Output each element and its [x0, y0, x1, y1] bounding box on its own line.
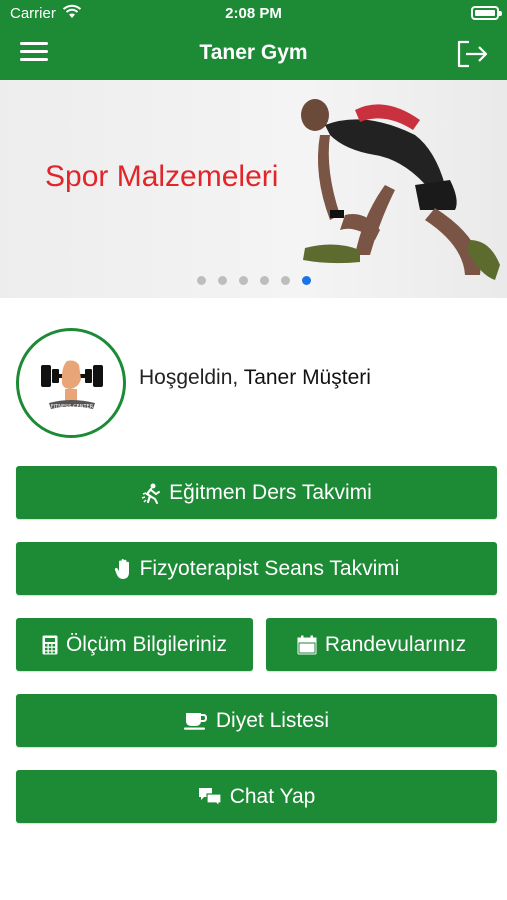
chat-bubbles-icon — [198, 787, 222, 807]
status-bar: Carrier 2:08 PM — [0, 0, 507, 28]
diet-list-button[interactable]: Diyet Listesi — [16, 694, 497, 747]
calendar-icon — [297, 635, 317, 655]
measurements-label: Ölçüm Bilgileriniz — [65, 632, 228, 656]
trainer-schedule-button[interactable]: Eğitmen Ders Takvimi — [16, 466, 497, 519]
avatar: FITNESS CENTER — [16, 328, 126, 438]
athlete-image — [301, 99, 500, 280]
carousel-dot[interactable] — [280, 276, 290, 285]
appointments-label: Randevularınız — [324, 632, 467, 656]
measurements-button[interactable]: Ölçüm Bilgileriniz — [16, 618, 253, 671]
promo-banner-carousel[interactable]: Spor Malzemeleri — [0, 80, 507, 298]
battery-icon — [471, 6, 502, 20]
carousel-dot[interactable] — [196, 276, 206, 285]
chat-button[interactable]: Chat Yap — [16, 770, 497, 823]
svg-text:FITNESS CENTER: FITNESS CENTER — [51, 404, 94, 410]
coffee-cup-icon — [183, 712, 208, 730]
carousel-dot-active[interactable] — [301, 276, 311, 285]
banner-text: Spor Malzemeleri — [45, 160, 279, 193]
carousel-dot[interactable] — [217, 276, 227, 285]
carousel-dot[interactable] — [238, 276, 248, 285]
physio-schedule-label: Fizyoterapist Seans Takvimi — [139, 556, 400, 580]
greeting-label: Hoşgeldin, — [139, 366, 239, 389]
diet-list-label: Diyet Listesi — [215, 708, 330, 732]
profile-section: FITNESS CENTER Hoşgeldin, Taner Müşteri — [16, 328, 496, 438]
trainer-icon — [141, 482, 161, 504]
physio-schedule-button[interactable]: Fizyoterapist Seans Takvimi — [16, 542, 497, 595]
appointments-button[interactable]: Randevularınız — [266, 618, 497, 671]
page-title: Taner Gym — [199, 41, 308, 64]
welcome-text: Hoşgeldin, Taner Müşteri — [139, 366, 371, 390]
logout-icon — [457, 40, 488, 68]
nav-bar: Taner Gym — [0, 28, 507, 80]
carousel-dots — [0, 272, 507, 290]
logout-button[interactable] — [455, 38, 489, 70]
trainer-schedule-label: Eğitmen Ders Takvimi — [169, 480, 372, 504]
calculator-icon — [42, 635, 58, 655]
chat-label: Chat Yap — [229, 784, 316, 808]
hand-icon — [114, 558, 132, 580]
carousel-dot[interactable] — [259, 276, 269, 285]
status-time: 2:08 PM — [225, 5, 282, 22]
user-name: Taner Müşteri — [243, 366, 371, 389]
